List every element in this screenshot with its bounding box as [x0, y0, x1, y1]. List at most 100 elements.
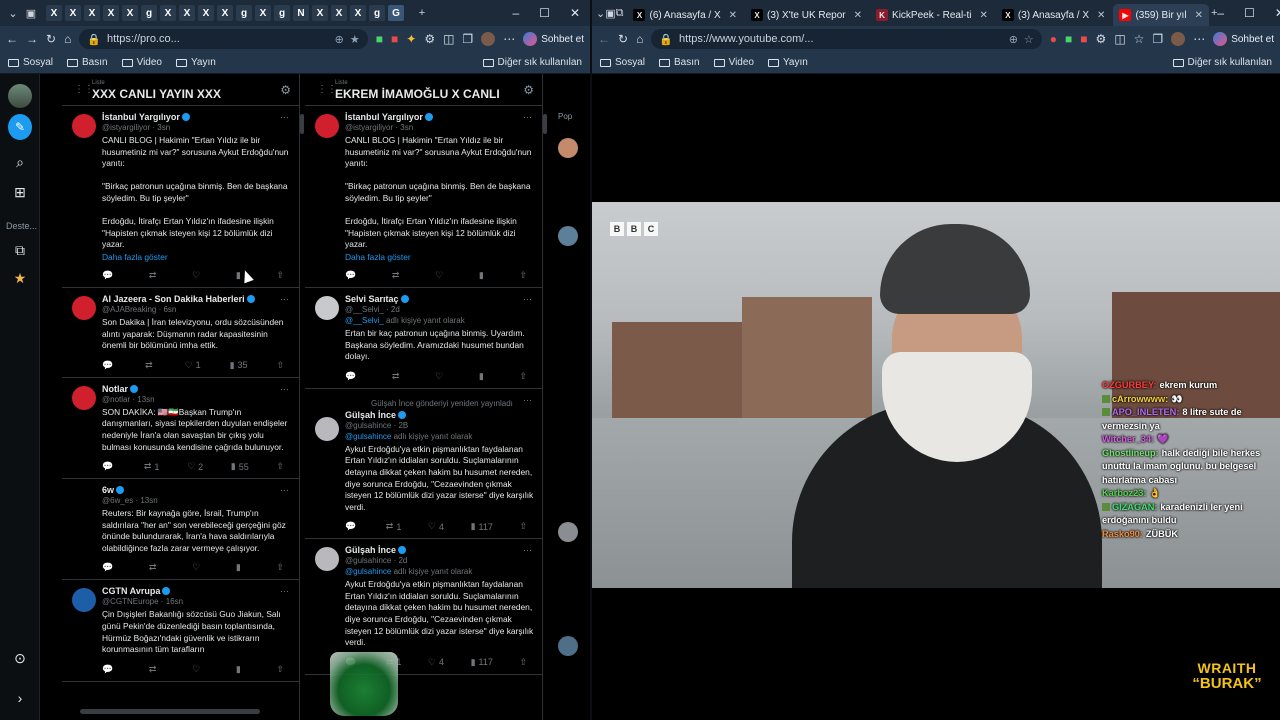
browser-tab[interactable]: g — [274, 5, 290, 21]
views-button[interactable]: ▮ 55 — [231, 461, 249, 472]
avatar[interactable] — [72, 487, 96, 512]
browser-tab[interactable]: N — [293, 5, 309, 21]
reply-user[interactable]: @gulsahince — [345, 567, 391, 576]
tab-list-icon[interactable]: ⧉ — [616, 4, 624, 22]
back-icon[interactable]: ← — [6, 32, 18, 46]
drag-handle-icon[interactable]: ⋮⋮ — [317, 84, 337, 95]
minimize-icon[interactable]: – — [512, 6, 519, 20]
browser-tab[interactable]: X — [331, 5, 347, 21]
share-button[interactable]: ⇧ — [276, 664, 287, 675]
browser-tab[interactable]: g — [369, 5, 385, 21]
share-button[interactable]: ⇧ — [519, 270, 530, 281]
views-button[interactable]: ▮ 117 — [471, 657, 493, 668]
close-tab-icon[interactable]: ✕ — [1195, 10, 1203, 21]
repost-button[interactable]: ⇄ — [149, 270, 160, 281]
search-icon[interactable]: ⌕ — [8, 150, 32, 174]
settings-icon[interactable]: ⚙ — [424, 32, 435, 46]
home-icon[interactable]: ⌂ — [636, 32, 643, 46]
views-button[interactable]: ▮ 117 — [471, 521, 493, 532]
more-options-icon[interactable]: ⊙ — [8, 646, 32, 670]
star-icon[interactable]: ★ — [8, 266, 32, 290]
column-scrollbar[interactable] — [543, 114, 547, 134]
browser-tab[interactable]: X — [65, 5, 81, 21]
address-bar[interactable]: 🔒 https://pro.co... ⊕ ★ — [79, 29, 368, 49]
avatar[interactable] — [315, 295, 339, 320]
reply-button[interactable]: 💬 — [102, 360, 116, 371]
browser-tab[interactable]: X — [160, 5, 176, 21]
like-button[interactable]: ♡ — [192, 562, 203, 573]
favorite-folder-yayin[interactable]: Yayın — [768, 57, 808, 68]
extension-icon[interactable]: ■ — [391, 32, 398, 46]
zoom-icon[interactable]: ⊕ — [335, 33, 344, 46]
repost-button[interactable]: ⇄ — [149, 562, 160, 573]
expand-icon[interactable]: › — [8, 686, 32, 710]
reply-user[interactable]: @gulsahince — [345, 432, 391, 441]
drag-handle-icon[interactable]: ⋮⋮ — [74, 84, 94, 95]
collections-icon[interactable]: ❐ — [1152, 32, 1163, 46]
tweet-author[interactable]: CGTN Avrupa — [102, 586, 291, 596]
close-tab-icon[interactable]: ✕ — [854, 10, 862, 21]
favorite-folder-sosyal[interactable]: Sosyal — [8, 57, 53, 68]
more-icon[interactable]: ⋯ — [280, 112, 289, 123]
reply-button[interactable]: 💬 — [345, 521, 359, 532]
reply-button[interactable]: 💬 — [345, 270, 359, 281]
favorite-star-icon[interactable]: ☆ — [1024, 33, 1034, 46]
split-screen-icon[interactable]: ◫ — [1114, 32, 1125, 46]
repost-button[interactable]: ⇄1 — [144, 461, 160, 472]
avatar[interactable] — [315, 547, 339, 572]
tweet-author[interactable]: Gülşah İnce — [345, 410, 534, 420]
extension-icon[interactable]: ■ — [376, 32, 383, 46]
home-icon[interactable]: ⌂ — [64, 32, 71, 46]
more-icon[interactable]: ⋯ — [1193, 32, 1205, 46]
forward-icon[interactable]: → — [26, 32, 38, 46]
like-button[interactable]: ♡ 4 — [428, 657, 444, 668]
tweet[interactable]: ⋯ Al Jazeera - Son Dakika Haberleri @AJABr… — [62, 288, 299, 378]
tweet-author[interactable]: Selvi Sarıtaç — [345, 294, 534, 304]
browser-tab[interactable]: X — [46, 5, 62, 21]
close-tab-icon[interactable]: ✕ — [1097, 10, 1105, 21]
profile-avatar[interactable] — [481, 32, 496, 46]
like-button[interactable]: ♡ — [192, 664, 203, 675]
extension-icon[interactable]: ■ — [1080, 32, 1087, 46]
reload-icon[interactable]: ↻ — [46, 32, 56, 46]
deck-icon[interactable]: ⧉ — [8, 238, 32, 262]
tweet[interactable]: ⋯ 6w @6w_es · 13sn Reuters: Bir kaynağa gör… — [62, 479, 299, 581]
browser-tab[interactable]: X — [255, 5, 271, 21]
views-button[interactable]: ▮ — [236, 562, 244, 573]
tweet-author[interactable]: Al Jazeera - Son Dakika Haberleri — [102, 294, 291, 304]
views-button[interactable]: ▮ — [479, 270, 487, 281]
avatar[interactable] — [72, 295, 96, 320]
favorite-folder-basin[interactable]: Basın — [659, 57, 700, 68]
avatar[interactable] — [72, 385, 96, 410]
horizontal-scrollbar[interactable] — [80, 709, 260, 714]
close-tab-icon[interactable]: ✕ — [980, 10, 988, 21]
browser-tab[interactable]: X — [312, 5, 328, 21]
repost-button[interactable]: ⇄ — [392, 270, 403, 281]
browser-tab[interactable]: X — [350, 5, 366, 21]
other-favorites[interactable]: Diğer sık kullanılan — [1172, 57, 1272, 68]
avatar[interactable] — [72, 588, 96, 613]
favorite-folder-basin[interactable]: Basın — [67, 57, 108, 68]
profile-avatar[interactable] — [1171, 32, 1186, 46]
column-settings-icon[interactable]: ⚙ — [280, 83, 291, 97]
reply-button[interactable]: 💬 — [102, 562, 116, 573]
split-screen-icon[interactable]: ◫ — [443, 32, 454, 46]
minimize-icon[interactable]: – — [1217, 6, 1224, 20]
more-icon[interactable]: ⋯ — [503, 32, 515, 46]
tweet[interactable]: ⋯ CGTN Avrupa @CGTNEurope · 16sn Çin Dışişl… — [62, 580, 299, 682]
back-icon[interactable]: ← — [598, 32, 610, 46]
like-button[interactable]: ♡ 4 — [428, 521, 444, 532]
reload-icon[interactable]: ↻ — [618, 32, 628, 46]
more-icon[interactable]: ⋯ — [280, 485, 289, 496]
reply-user[interactable]: @__Selvi_ — [345, 316, 384, 325]
browser-tab[interactable]: K KickPeek - Real-ti ✕ — [870, 4, 994, 26]
collections-icon[interactable]: ❐ — [462, 32, 473, 46]
avatar[interactable] — [315, 114, 339, 138]
browser-tab[interactable]: X — [84, 5, 100, 21]
repost-button[interactable]: ⇄ — [392, 371, 403, 382]
tweet[interactable]: ⋯ Notlar @notlar · 13sn SON DAKİKA: 🇺🇸🇮🇷Baş… — [62, 378, 299, 480]
browser-tab[interactable]: X — [179, 5, 195, 21]
favorite-folder-sosyal[interactable]: Sosyal — [600, 57, 645, 68]
repost-button[interactable]: ⇄ — [145, 360, 156, 371]
browser-tab[interactable]: X — [198, 5, 214, 21]
